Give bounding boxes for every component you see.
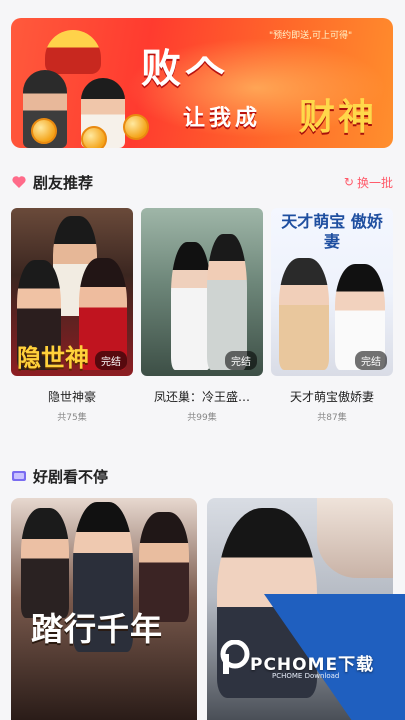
nonstop-header: 好剧看不停 [11,464,393,488]
recommend-list: 隐世神 完结 隐世神豪 共75集 完结 凤还巢：冷王盛… 共99集 天才萌宝 傲… [11,208,393,428]
coin-icon [31,118,57,144]
drama-card[interactable]: 完结 凤还巢：冷王盛… 共99集 [141,208,263,423]
banner-subtitle: 让我成 [183,106,262,131]
banner-title: 败𠆢 [141,45,229,92]
tv-icon [11,468,27,484]
drama-title: 天才萌宝傲娇妻 [289,390,374,404]
watermark-logo-icon [220,640,250,674]
poster-figure [207,234,247,370]
status-badge: 完结 [95,351,127,370]
coin-icon [123,114,149,140]
episode-count: 共99集 [187,413,217,423]
drama-poster: 天才萌宝 傲娇妻 完结 [271,208,393,376]
poster-figure [21,508,69,618]
watermark-subtext: PCHOME Download [272,672,340,680]
heart-icon [11,174,27,190]
status-badge: 完结 [355,351,387,370]
banner-highlight: 财神 [299,96,378,138]
refresh-label: 换一批 [356,175,393,190]
banner-tagline: "预约即送,可上可得" [269,31,353,41]
status-badge: 完结 [225,351,257,370]
drama-title: 隐世神豪 [47,390,96,404]
poster-figure [279,258,329,370]
coin-icon [81,126,107,148]
poster-caption: 踏行千年 [31,610,164,648]
recommend-header: 剧友推荐 ↻ 换一批 [11,170,393,194]
poster-figure [171,242,211,370]
poster-caption: 天才萌宝 傲娇妻 [281,212,383,251]
episode-count: 共87集 [317,413,347,423]
banner-figure-god [45,30,101,74]
drama-card[interactable]: 天才萌宝 傲娇妻 完结 天才萌宝傲娇妻 共87集 [271,208,393,423]
drama-title: 凤还巢：冷王盛… [153,390,250,404]
poster-figure [317,498,393,578]
status-area [0,0,405,14]
drama-poster: 完结 [141,208,263,376]
section-title: 剧友推荐 [33,173,94,192]
section-title: 好剧看不停 [33,467,109,486]
refresh-icon: ↻ [343,175,354,189]
refresh-button[interactable]: ↻ 换一批 [344,174,393,191]
episode-count: 共75集 [57,413,87,423]
poster-caption: 隐世神 [17,343,89,372]
promo-banner[interactable]: "预约即送,可上可得" 败𠆢 让我成 财神 [11,18,393,148]
drama-card-large[interactable]: 踏行千年 [11,498,197,720]
drama-poster: 隐世神 完结 [11,208,133,376]
drama-card[interactable]: 隐世神 完结 隐世神豪 共75集 [11,208,133,423]
site-watermark: PCHOME下载 PCHOME Download [214,594,405,720]
